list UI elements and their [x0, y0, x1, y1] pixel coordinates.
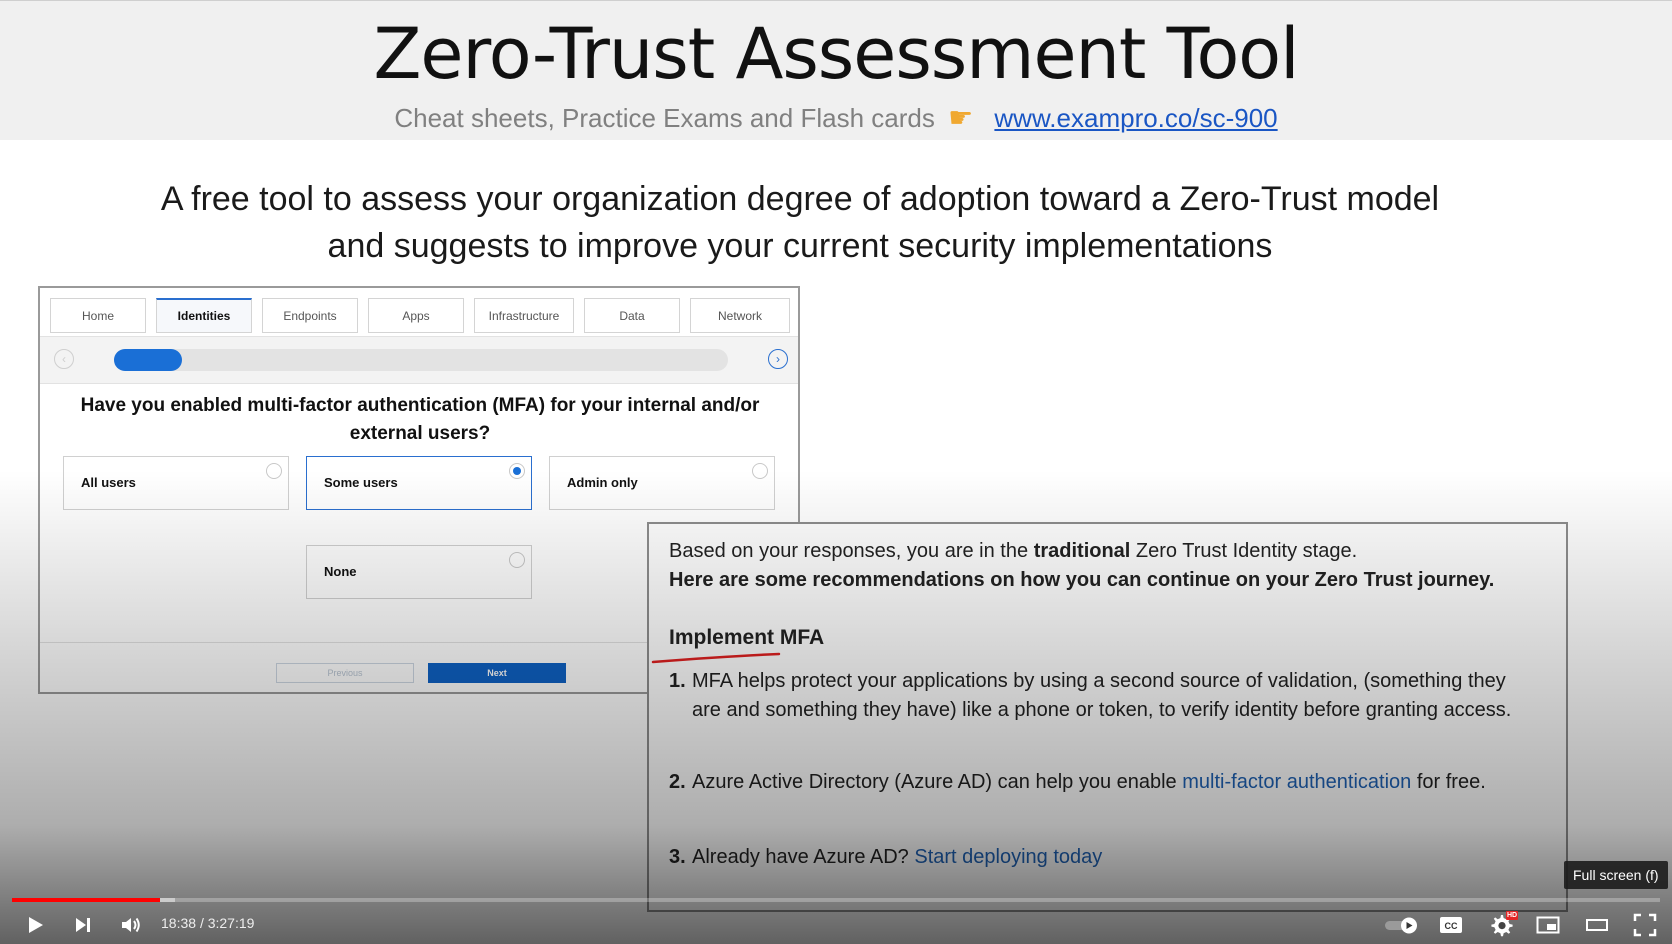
volume-icon: [122, 917, 140, 933]
question-progress: ‹ ›: [40, 336, 798, 384]
option-some-users[interactable]: Some users: [306, 456, 532, 510]
mfa-question: Have you enabled multi-factor authentica…: [80, 395, 760, 444]
theater-mode-icon: [1586, 919, 1608, 931]
next-button[interactable]: Next: [428, 663, 566, 683]
autoplay-toggle-icon: [1385, 917, 1417, 934]
recommendations-intro: Here are some recommendations on how you…: [669, 569, 1495, 591]
tab-identities[interactable]: Identities: [156, 298, 252, 333]
duration: 3:27:19: [207, 915, 255, 931]
next-question-arrow-icon[interactable]: ›: [768, 349, 788, 369]
previous-button[interactable]: Previous: [276, 663, 414, 683]
tab-data[interactable]: Data: [584, 298, 680, 333]
option-label: None: [324, 564, 357, 579]
radio-icon: [752, 463, 768, 479]
category-tabs: Home Identities Endpoints Apps Infrastru…: [50, 298, 790, 334]
item-number: 2.: [669, 771, 686, 793]
item-text-before: Azure Active Directory (Azure AD) can he…: [692, 771, 1177, 793]
item-number: 1.: [669, 670, 686, 692]
subtitle-text: Cheat sheets, Practice Exams and Flash c…: [394, 103, 935, 133]
recommendations-card: Based on your responses, you are in the …: [647, 522, 1568, 912]
item-text: MFA helps protect your applications by u…: [692, 670, 1512, 721]
item-text: Azure Active Directory (Azure AD) can he…: [692, 768, 1537, 797]
current-time: 18:38: [161, 915, 197, 931]
miniplayer-button[interactable]: [1533, 910, 1563, 940]
play-icon: [29, 917, 43, 933]
progress-fill: [114, 349, 182, 371]
time-display: 18:38 / 3:27:19: [161, 915, 254, 931]
tab-endpoints[interactable]: Endpoints: [262, 298, 358, 333]
stage-summary: Based on your responses, you are in the …: [669, 540, 1357, 563]
tab-infrastructure[interactable]: Infrastructure: [474, 298, 574, 333]
captions-button[interactable]: CC: [1436, 910, 1466, 940]
slide-subtitle: Cheat sheets, Practice Exams and Flash c…: [0, 101, 1672, 134]
option-label: Admin only: [567, 475, 638, 490]
item-text: Already have Azure AD? Start deploying t…: [692, 843, 1537, 872]
fullscreen-icon: [1633, 913, 1657, 937]
pointing-hand-icon: ☛: [948, 102, 974, 133]
start-deploying-link[interactable]: Start deploying today: [914, 846, 1102, 868]
stage-text-suffix: Zero Trust Identity stage.: [1135, 540, 1358, 562]
tab-home[interactable]: Home: [50, 298, 146, 333]
mfa-link[interactable]: multi-factor authentication: [1182, 771, 1411, 793]
recommendation-heading: Implement MFA: [669, 626, 825, 649]
item-number: 3.: [669, 846, 686, 868]
autoplay-toggle[interactable]: [1384, 910, 1420, 940]
radio-icon: [509, 552, 525, 568]
item-text-before: Already have Azure AD?: [692, 846, 909, 868]
previous-question-arrow-icon[interactable]: ‹: [54, 349, 74, 369]
fullscreen-button[interactable]: [1630, 910, 1660, 940]
description-line-1: A free tool to assess your organization …: [160, 180, 1440, 218]
option-all-users[interactable]: All users: [63, 456, 289, 510]
next-icon: [76, 918, 90, 932]
next-video-button[interactable]: [68, 910, 98, 940]
description-line-2: and suggests to improve your current sec…: [327, 227, 1273, 265]
video-frame[interactable]: Zero-Trust Assessment Tool Cheat sheets,…: [0, 0, 1672, 944]
time-separator: /: [199, 915, 204, 931]
exampro-link[interactable]: www.exampro.co/sc-900: [994, 103, 1277, 133]
tab-apps[interactable]: Apps: [368, 298, 464, 333]
option-admin-only[interactable]: Admin only: [549, 456, 775, 510]
stage-name: traditional: [1033, 540, 1131, 562]
cc-icon: CC: [1440, 917, 1462, 933]
cc-label: CC: [1445, 921, 1458, 931]
radio-selected-icon: [509, 463, 525, 479]
radio-icon: [266, 463, 282, 479]
play-button[interactable]: [20, 910, 50, 940]
tab-network[interactable]: Network: [690, 298, 790, 333]
miniplayer-icon: [1536, 916, 1560, 934]
slide-title: Zero-Trust Assessment Tool: [373, 13, 1299, 95]
option-label: All users: [81, 475, 136, 490]
progress-bar[interactable]: [12, 898, 1660, 902]
played-bar: [12, 898, 160, 902]
fullscreen-tooltip: Full screen (f): [1564, 861, 1668, 889]
slide-header: Zero-Trust Assessment Tool Cheat sheets,…: [0, 0, 1672, 140]
hd-badge: HD: [1506, 911, 1519, 920]
option-none[interactable]: None: [306, 545, 532, 599]
theater-mode-button[interactable]: [1582, 910, 1612, 940]
red-annotation-stroke: [651, 652, 781, 664]
option-label: Some users: [324, 475, 398, 490]
volume-button[interactable]: [116, 910, 146, 940]
item-text-after: for free.: [1416, 771, 1486, 793]
stage-text-prefix: Based on your responses, you are in the: [669, 540, 1029, 562]
slide-description: A free tool to assess your organization …: [0, 176, 1600, 270]
progress-track: [114, 349, 728, 371]
